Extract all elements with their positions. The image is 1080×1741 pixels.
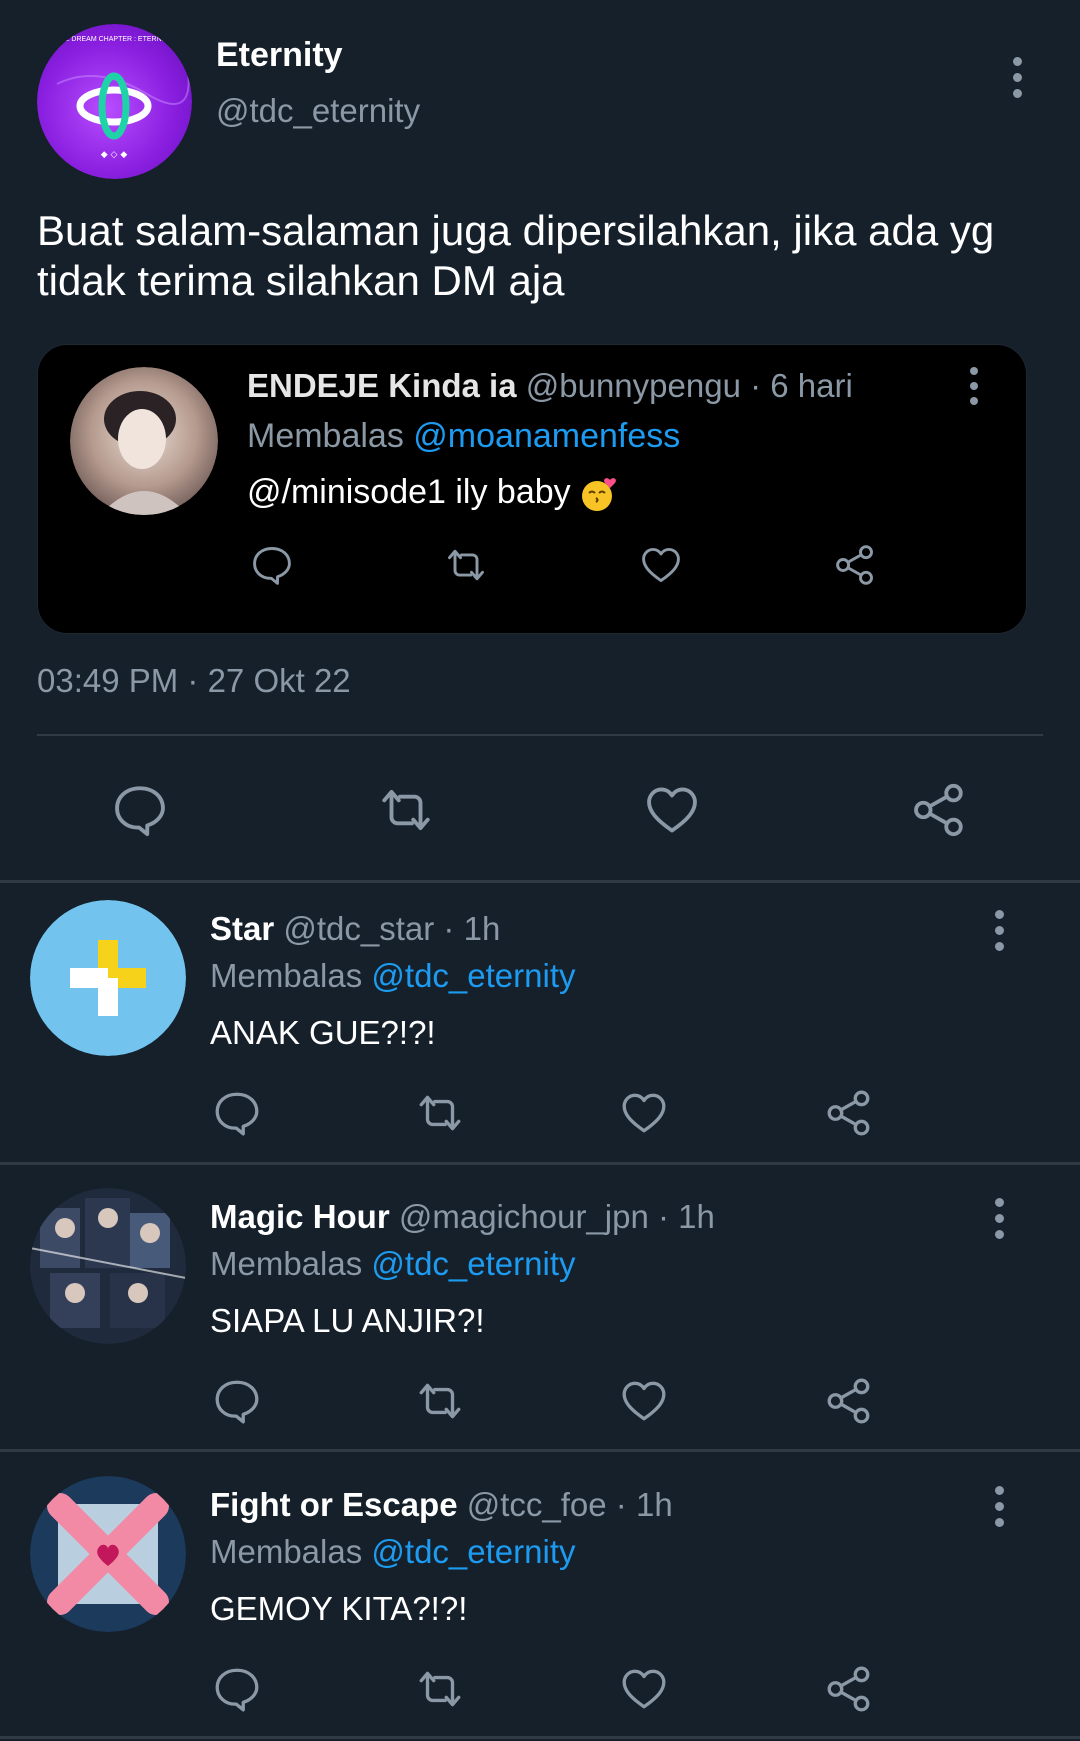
embedded-tweet-text: @/minisode1 ily baby [247,473,618,512]
retweet-icon[interactable] [377,781,435,839]
like-icon[interactable] [619,1376,669,1426]
reply-mention[interactable]: @tdc_eternity [371,1245,575,1282]
reply-icon[interactable] [212,1376,262,1426]
share-icon[interactable] [910,781,968,839]
fight-or-escape-avatar[interactable] [30,1476,186,1632]
reply-author-name[interactable]: Star [210,910,274,947]
tweet-timestamp: 03:49 PM · 27 Okt 22 [37,662,351,699]
more-options-icon[interactable] [968,367,980,405]
reply-mention[interactable]: @tdc_eternity [371,1533,575,1570]
share-icon[interactable] [833,543,877,587]
reply-icon[interactable] [250,543,294,587]
like-icon[interactable] [639,543,683,587]
reply-label: Membalas [210,1245,363,1282]
like-icon[interactable] [619,1088,669,1138]
more-options-icon[interactable] [993,1198,1005,1239]
reply-text: ANAK GUE?!?! [210,1014,436,1051]
magic-hour-avatar[interactable] [30,1188,186,1344]
kissing-face-emoji-icon [580,476,618,512]
reply-label: Membalas [247,417,404,455]
embedded-header: ENDEJE Kinda ia @bunnypengu · 6 hari [247,367,853,405]
reply-author-handle[interactable]: @magichour_jpn [399,1198,649,1235]
reply-author-name[interactable]: Magic Hour [210,1198,390,1235]
embedded-reply-line: Membalas @moanamenfess [247,417,680,456]
reply-author-handle[interactable]: @tcc_foe [467,1486,607,1523]
reply-time: · 1h [606,1486,673,1523]
avatar-caption: THE DREAM CHAPTER : ETERNITY [55,36,172,43]
retweet-icon[interactable] [415,1088,465,1138]
like-icon[interactable] [619,1664,669,1714]
tweet-divider [0,1449,1080,1452]
reply-mention[interactable]: @tdc_eternity [371,957,575,994]
reply-time: · 1h [648,1198,715,1235]
embedded-author-handle[interactable]: @bunnypengu [526,367,741,404]
tweet-divider [0,880,1080,883]
tweet-text: Buat salam-salaman juga dipersilahkan, j… [37,207,995,304]
reply-header: Star @tdc_star · 1h [210,910,500,948]
reply-label: Membalas [210,957,363,994]
reply-header: Magic Hour @magichour_jpn · 1h [210,1198,715,1236]
star-avatar[interactable] [30,900,186,1056]
reply-to-line: Membalas @tdc_eternity [210,957,576,995]
reply-to-line: Membalas @tdc_eternity [210,1245,576,1283]
reply-time: · 1h [434,910,501,947]
reply-icon[interactable] [212,1664,262,1714]
reply-icon[interactable] [111,781,169,839]
reply-text: GEMOY KITA?!?! [210,1590,468,1627]
reply-author-name[interactable]: Fight or Escape [210,1486,458,1523]
share-icon[interactable] [824,1376,874,1426]
reply-label: Membalas [210,1533,363,1570]
share-icon[interactable] [824,1664,874,1714]
eternity-avatar[interactable]: THE DREAM CHAPTER : ETERNITY ◆ ◇ ◆ [37,24,192,179]
share-icon[interactable] [824,1088,874,1138]
embedded-text-content: @/minisode1 ily baby [247,473,571,511]
reply-author-handle[interactable]: @tdc_star [283,910,434,947]
reply-icon[interactable] [212,1088,262,1138]
reply-to-line: Membalas @tdc_eternity [210,1533,576,1571]
retweet-icon[interactable] [415,1664,465,1714]
retweet-icon[interactable] [444,543,488,587]
author-name[interactable]: Eternity [216,36,343,75]
more-options-icon[interactable] [993,1486,1005,1527]
more-options-icon[interactable] [1011,57,1023,98]
tweet-divider [0,1162,1080,1165]
more-options-icon[interactable] [993,910,1005,951]
like-icon[interactable] [643,781,701,839]
retweet-icon[interactable] [415,1376,465,1426]
tweet-divider [0,1736,1080,1739]
svg-text:◆ ◇ ◆: ◆ ◇ ◆ [101,150,128,160]
action-bar-divider [37,734,1043,736]
author-handle[interactable]: @tdc_eternity [216,92,420,130]
embedded-tweet-card[interactable]: ENDEJE Kinda ia @bunnypengu · 6 hari Mem… [37,344,1027,634]
reply-text: SIAPA LU ANJIR?! [210,1302,485,1339]
embedded-author-name[interactable]: ENDEJE Kinda ia [247,367,517,404]
endeje-avatar[interactable] [70,367,218,515]
reply-header: Fight or Escape @tcc_foe · 1h [210,1486,673,1524]
reply-mention[interactable]: @moanamenfess [413,417,680,455]
embedded-time: · 6 hari [740,367,853,404]
